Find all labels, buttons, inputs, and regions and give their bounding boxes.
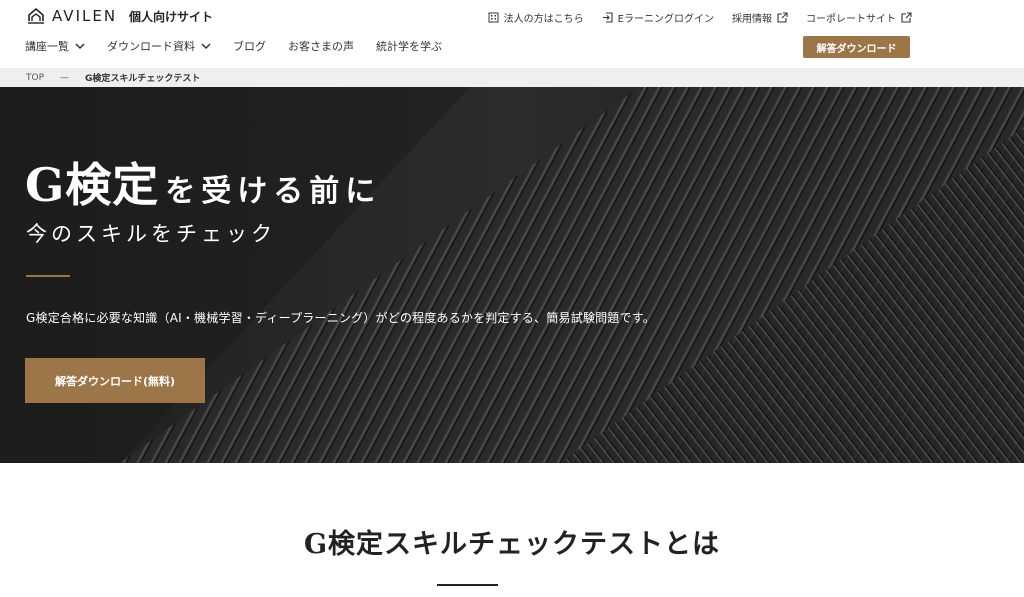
hero-title-main: G検定 — [25, 158, 160, 212]
chevron-down-icon — [201, 42, 211, 49]
nav-item-statistics[interactable]: 統計学を学ぶ — [376, 38, 442, 54]
hero-background-image — [0, 87, 1024, 463]
site-header: AVILEN 個人向けサイト 法人の方はこちら Eラーニングログイン 採用情報 — [0, 0, 1024, 68]
nav-item-label: お客さまの声 — [288, 40, 354, 53]
building-icon — [488, 12, 499, 23]
nav-item-blog[interactable]: ブログ — [233, 38, 266, 54]
login-icon — [602, 12, 613, 23]
util-link-careers[interactable]: 採用情報 — [732, 10, 788, 25]
util-link-corporate-site[interactable]: コーポレートサイト — [806, 10, 912, 25]
logo[interactable]: AVILEN 個人向けサイト — [26, 7, 213, 25]
nav-item-label: ブログ — [233, 40, 266, 53]
util-link-label: コーポレートサイト — [806, 14, 896, 25]
breadcrumb-separator: — — [60, 72, 70, 83]
avilen-logo-icon — [28, 7, 44, 24]
util-link-label: 採用情報 — [732, 14, 772, 25]
hero-description: G検定合格に必要な知識（AI・機械学習・ディープラーニング）がどの程度あるかを判… — [26, 311, 655, 325]
header-download-button[interactable]: 解答ダウンロード — [803, 36, 910, 58]
hero-subtitle: 今のスキルをチェック — [26, 222, 276, 246]
nav-item-downloads[interactable]: ダウンロード資料 — [107, 38, 211, 54]
chevron-down-icon — [75, 42, 85, 49]
nav-item-testimonials[interactable]: お客さまの声 — [288, 38, 354, 54]
hero-section: G検定 を受ける前に 今のスキルをチェック G検定合格に必要な知識（AI・機械学… — [0, 87, 1024, 463]
section-divider — [437, 584, 498, 586]
external-link-icon — [901, 12, 912, 23]
nav-item-label: 講座一覧 — [25, 40, 69, 53]
util-link-label: Eラーニングログイン — [617, 14, 714, 25]
nav-item-label: 統計学を学ぶ — [376, 40, 442, 53]
hero-title-sub: を受ける前に — [165, 174, 382, 209]
external-link-icon — [777, 12, 788, 23]
utility-nav: 法人の方はこちら Eラーニングログイン 採用情報 コーポレートサイト — [488, 10, 912, 25]
util-link-elearning-login[interactable]: Eラーニングログイン — [602, 10, 714, 25]
util-link-corporate-clients[interactable]: 法人の方はこちら — [488, 10, 584, 25]
nav-item-courses[interactable]: 講座一覧 — [25, 38, 85, 54]
main-nav: 講座一覧 ダウンロード資料 ブログ お客さまの声 統計学を学ぶ — [25, 38, 442, 54]
section-title: G検定スキルチェックテストとは — [303, 529, 721, 560]
hero-download-button[interactable]: 解答ダウンロード(無料) — [25, 358, 205, 403]
hero-divider — [26, 275, 70, 277]
breadcrumb: TOP — G検定スキルチェックテスト — [0, 68, 1024, 87]
hero-title: G検定 を受ける前に — [25, 149, 381, 215]
nav-item-label: ダウンロード資料 — [107, 40, 195, 53]
util-link-label: 法人の方はこちら — [503, 14, 584, 25]
brand-name: AVILEN — [52, 7, 118, 25]
breadcrumb-current: G検定スキルチェックテスト — [85, 74, 201, 84]
breadcrumb-home-link[interactable]: TOP — [26, 73, 44, 83]
brand-subtitle: 個人向けサイト — [129, 9, 214, 24]
